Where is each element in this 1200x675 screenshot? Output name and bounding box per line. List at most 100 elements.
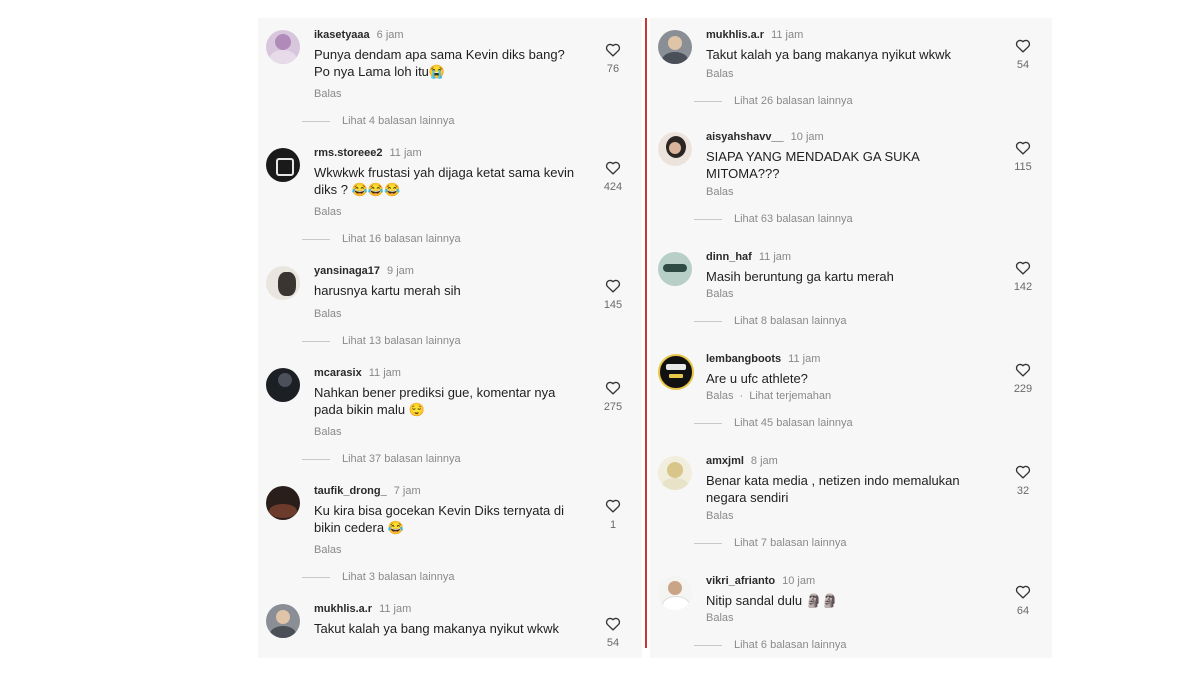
comment-username[interactable]: mcarasix bbox=[314, 367, 362, 379]
comment-username[interactable]: taufik_drong_ bbox=[314, 485, 387, 497]
reply-button[interactable]: Balas bbox=[706, 288, 734, 300]
comment-item: ikasetyaaa 6 jam Punya dendam apa sama Ke… bbox=[258, 18, 642, 130]
view-replies-label: Lihat 7 balasan lainnya bbox=[734, 537, 847, 549]
reply-button[interactable]: Balas bbox=[314, 308, 342, 320]
view-replies-label: Lihat 45 balasan lainnya bbox=[734, 417, 853, 429]
view-replies-label: Lihat 6 balasan lainnya bbox=[734, 639, 847, 651]
right-comment-panel: mukhlis.a.r 11 jam Takut kalah ya bang ma… bbox=[650, 18, 1052, 658]
comment-username[interactable]: yansinaga17 bbox=[314, 265, 380, 277]
avatar[interactable] bbox=[266, 368, 300, 402]
comment-item: lembangboots 11 jam Are u ufc athlete? Ba… bbox=[650, 342, 1052, 454]
comment-text: Nahkan bener prediksi gue, komentar nya … bbox=[314, 385, 556, 417]
like-count: 54 bbox=[1016, 59, 1030, 71]
view-replies-link[interactable]: Lihat 7 balasan lainnya bbox=[694, 537, 847, 549]
comment-item: yansinaga17 9 jam harusnya kartu merah si… bbox=[258, 254, 642, 366]
comment-item: taufik_drong_ 7 jam Ku kira bisa gocekan … bbox=[258, 474, 642, 586]
comment-time: 11 jam bbox=[379, 603, 412, 615]
comment-text: harusnya kartu merah sih bbox=[314, 283, 461, 298]
comment-time: 11 jam bbox=[758, 251, 792, 263]
avatar[interactable] bbox=[658, 576, 692, 610]
avatar[interactable] bbox=[658, 30, 692, 64]
view-replies-link[interactable]: Lihat 37 balasan lainnya bbox=[302, 453, 461, 465]
comment-text: Punya dendam apa sama Kevin diks bang? P… bbox=[314, 47, 565, 79]
reply-button[interactable]: Balas bbox=[706, 510, 734, 522]
comment-time: 8 jam bbox=[750, 455, 778, 467]
view-replies-link[interactable]: Lihat 45 balasan lainnya bbox=[694, 417, 853, 429]
heart-outline-icon[interactable] bbox=[605, 278, 621, 293]
comment-time: 7 jam bbox=[393, 485, 421, 497]
comment-text: SIAPA YANG MENDADAK GA SUKA MITOMA??? bbox=[706, 149, 920, 181]
comment-time: 9 jam bbox=[387, 265, 414, 277]
comment-text: Nitip sandal dulu 🗿🗿 bbox=[706, 593, 839, 608]
comment-username[interactable]: aisyahshavv__ bbox=[706, 131, 784, 143]
comment-time: 11 jam bbox=[389, 147, 422, 159]
reply-button[interactable]: Balas bbox=[314, 206, 342, 218]
translate-link[interactable]: Lihat terjemahan bbox=[749, 390, 831, 402]
view-replies-link[interactable]: Lihat 6 balasan lainnya bbox=[694, 639, 847, 651]
view-replies-link[interactable]: Lihat 13 balasan lainnya bbox=[302, 335, 461, 347]
comment-text: Benar kata media , netizen indo memaluka… bbox=[706, 473, 960, 505]
heart-outline-icon[interactable] bbox=[1015, 260, 1031, 275]
like-count: 115 bbox=[1014, 161, 1032, 173]
heart-outline-icon[interactable] bbox=[1015, 464, 1031, 479]
view-replies-link[interactable]: Lihat 26 balasan lainnya bbox=[694, 95, 853, 107]
view-replies-label: Lihat 3 balasan lainnya bbox=[342, 571, 455, 583]
heart-outline-icon[interactable] bbox=[1015, 362, 1031, 377]
reply-button[interactable]: Balas bbox=[706, 186, 734, 198]
avatar[interactable] bbox=[658, 252, 692, 286]
heart-outline-icon[interactable] bbox=[605, 616, 621, 631]
reply-button[interactable]: Balas bbox=[314, 88, 342, 100]
reply-button[interactable]: Balas bbox=[706, 612, 734, 624]
comment-time: 6 jam bbox=[376, 29, 404, 41]
view-replies-link[interactable]: Lihat 4 balasan lainnya bbox=[302, 115, 455, 127]
heart-outline-icon[interactable] bbox=[605, 380, 621, 395]
comment-username[interactable]: amxjml bbox=[706, 455, 744, 467]
avatar[interactable] bbox=[658, 132, 692, 166]
avatar[interactable] bbox=[658, 354, 694, 390]
like-count: 229 bbox=[1013, 383, 1033, 395]
comment-username[interactable]: rms.storeee2 bbox=[314, 147, 383, 159]
like-count: 1 bbox=[609, 519, 617, 531]
view-replies-link[interactable]: Lihat 3 balasan lainnya bbox=[302, 571, 455, 583]
comment-time: 10 jam bbox=[790, 131, 824, 143]
reply-button[interactable]: Balas bbox=[706, 390, 734, 402]
view-replies-label: Lihat 8 balasan lainnya bbox=[734, 315, 847, 327]
comment-text: Ku kira bisa gocekan Kevin Diks ternyata… bbox=[314, 503, 565, 535]
comment-item: rms.storeee2 11 jam Wkwkwk frustasi yah d… bbox=[258, 136, 642, 248]
panel-divider bbox=[645, 18, 647, 648]
comment-username[interactable]: mukhlis.a.r bbox=[706, 29, 764, 41]
avatar[interactable] bbox=[266, 148, 300, 182]
avatar[interactable] bbox=[658, 456, 692, 490]
view-replies-link[interactable]: Lihat 16 balasan lainnya bbox=[302, 233, 461, 245]
view-replies-label: Lihat 63 balasan lainnya bbox=[734, 213, 853, 225]
reply-button[interactable]: Balas bbox=[314, 426, 342, 438]
heart-outline-icon[interactable] bbox=[1015, 38, 1031, 53]
comment-time: 11 jam bbox=[771, 29, 804, 41]
reply-button[interactable]: Balas bbox=[314, 544, 342, 556]
left-comment-panel: ikasetyaaa 6 jam Punya dendam apa sama Ke… bbox=[258, 18, 642, 658]
heart-outline-icon[interactable] bbox=[605, 160, 621, 175]
comment-username[interactable]: ikasetyaaa bbox=[314, 29, 370, 41]
avatar[interactable] bbox=[266, 604, 300, 638]
comment-username[interactable]: lembangboots bbox=[706, 353, 781, 365]
avatar[interactable] bbox=[266, 30, 300, 64]
comment-username[interactable]: vikri_afrianto bbox=[706, 575, 775, 587]
comment-username[interactable]: dinn_haf bbox=[706, 251, 752, 263]
reply-button[interactable]: Balas bbox=[706, 68, 734, 80]
comment-text: Takut kalah ya bang makanya nyikut wkwk bbox=[314, 621, 559, 636]
heart-outline-icon[interactable] bbox=[605, 42, 621, 57]
like-count: 54 bbox=[606, 637, 620, 649]
view-replies-link[interactable]: Lihat 63 balasan lainnya bbox=[694, 213, 853, 225]
comment-username[interactable]: mukhlis.a.r bbox=[314, 603, 372, 615]
comment-item: mukhlis.a.r 11 jam Takut kalah ya bang ma… bbox=[650, 18, 1052, 130]
comment-time: 11 jam bbox=[368, 367, 401, 379]
avatar[interactable] bbox=[266, 486, 300, 520]
avatar[interactable] bbox=[266, 266, 300, 300]
heart-outline-icon[interactable] bbox=[605, 498, 621, 513]
heart-outline-icon[interactable] bbox=[1015, 140, 1031, 155]
view-replies-label: Lihat 37 balasan lainnya bbox=[342, 453, 461, 465]
view-replies-link[interactable]: Lihat 8 balasan lainnya bbox=[694, 315, 847, 327]
comment-item: mcarasix 11 jam Nahkan bener prediksi gue… bbox=[258, 356, 642, 468]
comment-time: 10 jam bbox=[782, 575, 816, 587]
heart-outline-icon[interactable] bbox=[1015, 584, 1031, 599]
